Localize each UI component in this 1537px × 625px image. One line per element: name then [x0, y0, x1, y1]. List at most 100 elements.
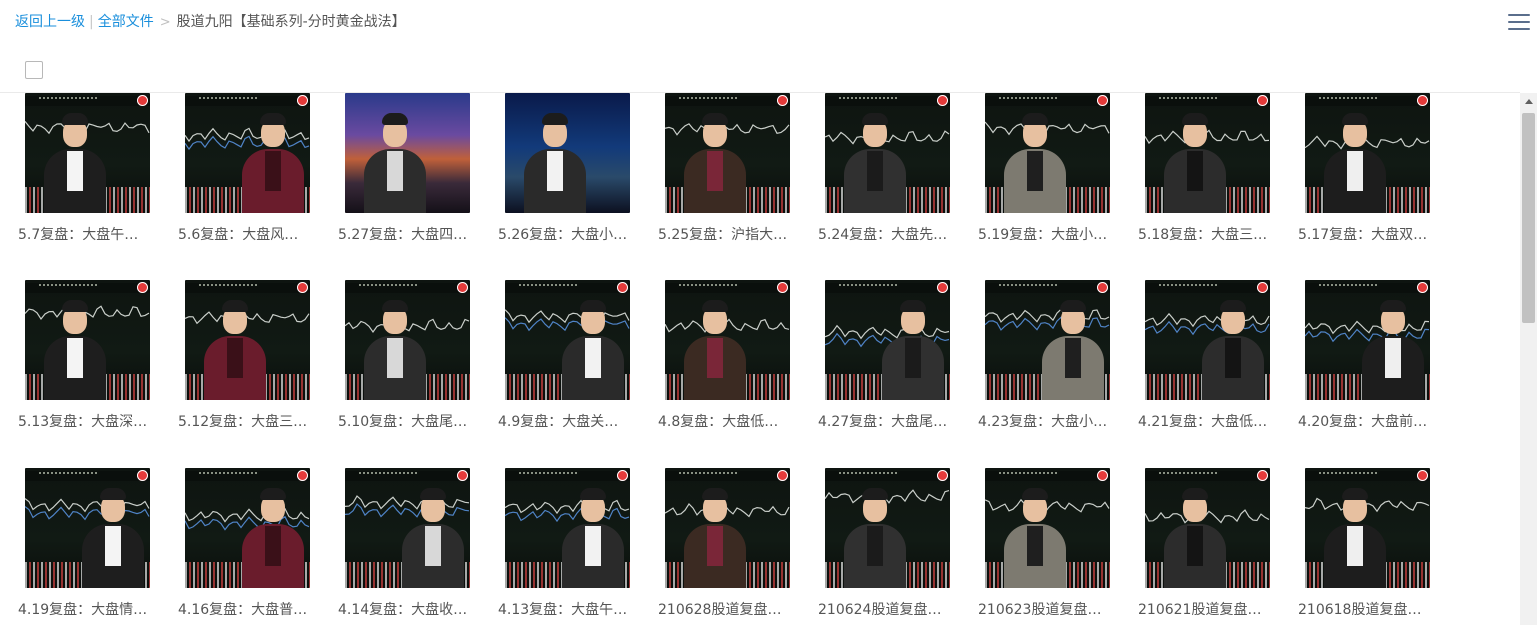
file-title[interactable]: 5.27复盘：大盘四… [338, 226, 478, 244]
file-tile[interactable]: 5.13复盘：大盘深… [0, 280, 160, 450]
file-title[interactable]: 5.19复盘：大盘小… [978, 226, 1118, 244]
file-title[interactable]: 4.23复盘：大盘小… [978, 413, 1118, 431]
file-tile[interactable]: 4.21复盘：大盘低… [1120, 280, 1280, 450]
video-thumbnail[interactable] [1145, 280, 1270, 400]
video-thumbnail[interactable] [985, 280, 1110, 400]
file-tile[interactable]: 5.25复盘：沪指大… [640, 93, 800, 263]
file-title[interactable]: 4.20复盘：大盘前… [1298, 413, 1438, 431]
file-title[interactable]: 5.26复盘：大盘小… [498, 226, 638, 244]
file-tile[interactable]: 5.26复盘：大盘小… [480, 93, 640, 263]
video-thumbnail[interactable] [825, 280, 950, 400]
file-tile[interactable]: 4.9复盘：大盘关… [480, 280, 640, 450]
select-all-checkbox[interactable] [25, 61, 43, 79]
video-thumbnail[interactable] [185, 93, 310, 213]
file-title[interactable]: 5.7复盘：大盘午… [18, 226, 158, 244]
file-title[interactable]: 5.25复盘：沪指大… [658, 226, 798, 244]
video-thumbnail[interactable] [345, 280, 470, 400]
file-tile[interactable]: 5.24复盘：大盘先… [800, 93, 960, 263]
file-title[interactable]: 4.8复盘：大盘低… [658, 413, 798, 431]
video-thumbnail[interactable] [985, 93, 1110, 213]
video-thumbnail[interactable] [985, 468, 1110, 588]
file-title[interactable]: 5.13复盘：大盘深… [18, 413, 158, 431]
file-tile[interactable]: 210623股道复盘… [960, 468, 1120, 625]
file-tile[interactable]: 5.17复盘：大盘双… [1280, 93, 1440, 263]
file-tile[interactable]: 4.16复盘：大盘普… [160, 468, 320, 625]
video-thumbnail[interactable] [665, 280, 790, 400]
file-title[interactable]: 4.9复盘：大盘关… [498, 413, 638, 431]
scrollbar-thumb[interactable] [1522, 113, 1535, 323]
file-tile[interactable]: 5.18复盘：大盘三… [1120, 93, 1280, 263]
file-title[interactable]: 5.12复盘：大盘三… [178, 413, 318, 431]
file-tile[interactable]: 210621股道复盘… [1120, 468, 1280, 625]
video-thumbnail[interactable] [345, 93, 470, 213]
file-title[interactable]: 4.27复盘：大盘尾… [818, 413, 958, 431]
channel-logo-icon [1417, 470, 1428, 481]
file-tile[interactable]: 4.14复盘：大盘收… [320, 468, 480, 625]
file-title[interactable]: 5.10复盘：大盘尾… [338, 413, 478, 431]
hamburger-menu-icon[interactable] [1508, 12, 1530, 32]
video-thumbnail[interactable] [185, 468, 310, 588]
video-thumbnail[interactable] [25, 280, 150, 400]
file-title[interactable]: 210621股道复盘… [1138, 601, 1278, 619]
all-files-link[interactable]: 全部文件 [98, 14, 154, 30]
channel-logo-icon [137, 282, 148, 293]
file-title[interactable]: 210628股道复盘… [658, 601, 798, 619]
file-tile[interactable]: 4.20复盘：大盘前… [1280, 280, 1440, 450]
file-title[interactable]: 4.16复盘：大盘普… [178, 601, 318, 619]
scroll-up-arrow-icon[interactable] [1520, 93, 1537, 110]
video-thumbnail[interactable] [1145, 468, 1270, 588]
channel-logo-icon [297, 95, 308, 106]
video-thumbnail[interactable] [505, 280, 630, 400]
video-thumbnail[interactable] [345, 468, 470, 588]
vertical-scrollbar[interactable] [1520, 93, 1537, 625]
channel-logo-icon [777, 282, 788, 293]
file-title[interactable]: 210618股道复盘… [1298, 601, 1438, 619]
video-thumbnail[interactable] [505, 468, 630, 588]
video-thumbnail[interactable] [825, 468, 950, 588]
file-title[interactable]: 4.14复盘：大盘收… [338, 601, 478, 619]
video-thumbnail[interactable] [25, 468, 150, 588]
file-tile[interactable]: 210624股道复盘… [800, 468, 960, 625]
file-tile[interactable]: 4.8复盘：大盘低… [640, 280, 800, 450]
channel-logo-icon [617, 282, 628, 293]
channel-logo-icon [1417, 282, 1428, 293]
file-tile[interactable]: 210628股道复盘… [640, 468, 800, 625]
video-thumbnail[interactable] [825, 93, 950, 213]
video-thumbnail[interactable] [1305, 93, 1430, 213]
file-tile[interactable]: 5.27复盘：大盘四… [320, 93, 480, 263]
file-tile[interactable]: 4.13复盘：大盘午… [480, 468, 640, 625]
file-title[interactable]: 210623股道复盘… [978, 601, 1118, 619]
file-grid: 5.7复盘：大盘午… 5.6复盘：大盘风… 5.27复盘：大盘四… 5.26复盘：大盘… [0, 93, 1520, 625]
file-tile[interactable]: 5.10复盘：大盘尾… [320, 280, 480, 450]
video-thumbnail[interactable] [665, 468, 790, 588]
channel-logo-icon [937, 470, 948, 481]
video-thumbnail[interactable] [505, 93, 630, 213]
video-thumbnail[interactable] [665, 93, 790, 213]
file-tile[interactable]: 4.27复盘：大盘尾… [800, 280, 960, 450]
file-title[interactable]: 5.6复盘：大盘风… [178, 226, 318, 244]
file-title[interactable]: 210624股道复盘… [818, 601, 958, 619]
channel-logo-icon [937, 95, 948, 106]
channel-logo-icon [1097, 282, 1108, 293]
video-thumbnail[interactable] [185, 280, 310, 400]
file-title[interactable]: 5.18复盘：大盘三… [1138, 226, 1278, 244]
file-tile[interactable]: 5.19复盘：大盘小… [960, 93, 1120, 263]
file-tile[interactable]: 5.6复盘：大盘风… [160, 93, 320, 263]
channel-logo-icon [1257, 470, 1268, 481]
video-thumbnail[interactable] [25, 93, 150, 213]
file-title[interactable]: 4.13复盘：大盘午… [498, 601, 638, 619]
file-title[interactable]: 5.24复盘：大盘先… [818, 226, 958, 244]
file-tile[interactable]: 5.7复盘：大盘午… [0, 93, 160, 263]
video-thumbnail[interactable] [1305, 280, 1430, 400]
file-tile[interactable]: 210618股道复盘… [1280, 468, 1440, 625]
file-title[interactable]: 4.21复盘：大盘低… [1138, 413, 1278, 431]
file-title[interactable]: 5.17复盘：大盘双… [1298, 226, 1438, 244]
back-link[interactable]: 返回上一级 [15, 14, 85, 30]
file-tile[interactable]: 5.12复盘：大盘三… [160, 280, 320, 450]
file-tile[interactable]: 4.19复盘：大盘情… [0, 468, 160, 625]
file-tile[interactable]: 4.23复盘：大盘小… [960, 280, 1120, 450]
video-thumbnail[interactable] [1145, 93, 1270, 213]
video-thumbnail[interactable] [1305, 468, 1430, 588]
breadcrumb-separator: | [89, 14, 94, 30]
file-title[interactable]: 4.19复盘：大盘情… [18, 601, 158, 619]
